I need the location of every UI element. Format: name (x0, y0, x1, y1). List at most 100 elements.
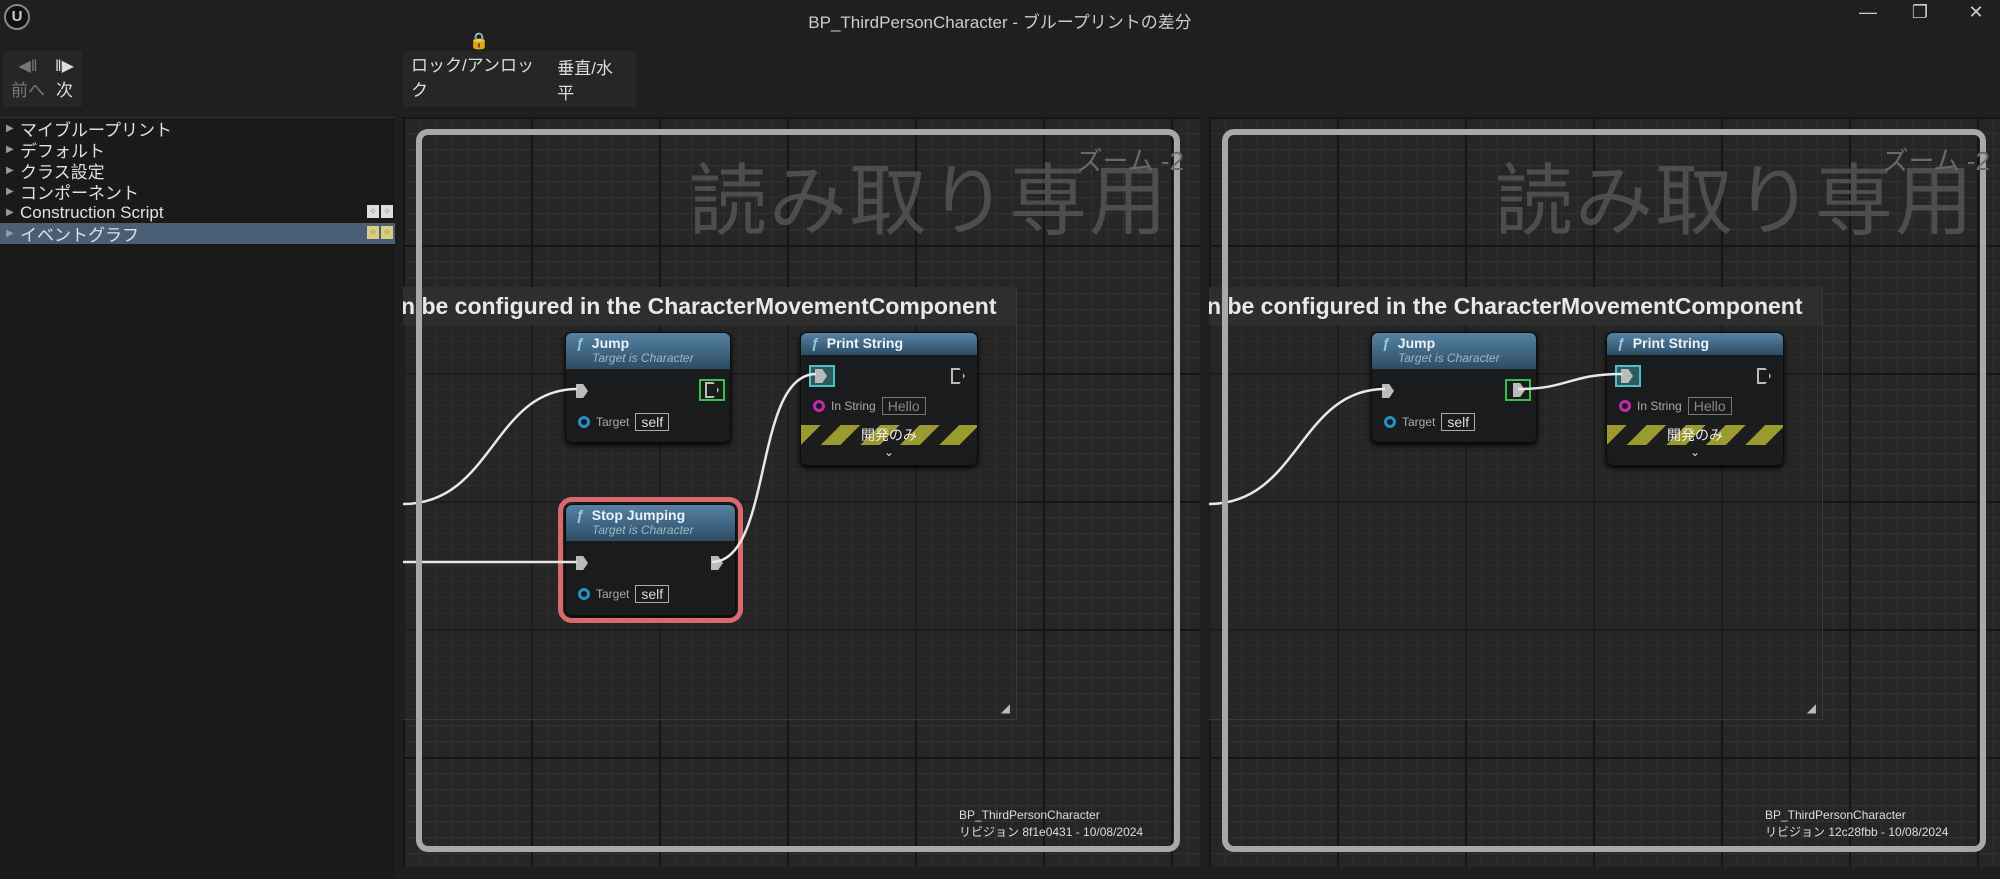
orientation-button[interactable]: 垂直/水平 (557, 54, 628, 104)
restore-button[interactable]: ❐ (1900, 2, 1940, 23)
resize-handle-icon[interactable]: ◢ (1001, 701, 1010, 715)
read-only-watermark: 読み取り専用 (689, 157, 1170, 245)
in-string-pin[interactable] (813, 400, 825, 412)
jump-node[interactable]: ƒ Jump Target is Character Target self (1371, 332, 1537, 443)
target-pin[interactable] (578, 416, 590, 428)
function-icon: ƒ (576, 335, 584, 351)
prev-label: 前へ (11, 81, 45, 100)
next-label: 次 (55, 81, 73, 100)
comment-text: n be configured in the CharacterMovement… (403, 287, 1016, 325)
sidebar-item[interactable]: ▶ コンポーネント (0, 181, 395, 203)
lock-button[interactable]: 🔒 ロック/アンロック (411, 33, 547, 101)
target-label: Target (596, 415, 630, 429)
node-title: Jump (1397, 335, 1436, 351)
exec-out-pin[interactable] (1757, 368, 1771, 384)
exec-out-pin[interactable] (711, 556, 723, 570)
minimize-button[interactable]: — (1848, 2, 1888, 23)
comment-text: n be configured in the CharacterMovement… (1209, 287, 1822, 325)
revision-info: BP_ThirdPersonCharacter リビジョン 12c28fbb - … (1765, 807, 1948, 841)
lock-icon: 🔒 (469, 33, 490, 50)
expand-arrow-icon[interactable]: ▶ (6, 165, 20, 176)
graph-icon: ⁘ (381, 226, 393, 239)
function-icon: ƒ (1617, 335, 1625, 351)
blueprint-name: BP_ThirdPersonCharacter (1765, 808, 1906, 822)
revision-label: リビジョン 8f1e0431 - 10/08/2024 (959, 825, 1144, 839)
graph-diff-icons[interactable]: ⁘ ⁘ (367, 205, 393, 218)
sidebar-item[interactable]: ▶ クラス設定 (0, 160, 395, 182)
sidebar: ▶ マイブループリント ▶ デフォルト ▶ クラス設定 ▶ コンポーネント ▶ … (0, 117, 395, 879)
exec-out-pin[interactable] (699, 379, 725, 401)
next-button[interactable]: ‖▶ 次 (55, 58, 74, 101)
sidebar-item[interactable]: ▶ デフォルト (0, 139, 395, 161)
sidebar-item-label: イベントグラフ (20, 226, 139, 245)
prev-button[interactable]: ◀‖ 前へ (11, 58, 45, 101)
expand-arrow-icon[interactable]: ▶ (6, 144, 20, 155)
exec-in-pin[interactable] (1382, 384, 1394, 398)
lock-label: ロック/アンロック (411, 56, 535, 100)
target-label: Target (1402, 415, 1436, 429)
exec-out-pin[interactable] (951, 368, 965, 384)
graph-icon: ⁘ (381, 205, 393, 218)
target-value[interactable]: self (635, 413, 670, 431)
target-pin[interactable] (578, 588, 590, 600)
graph-diff-icons[interactable]: ⁘ ⁘ (367, 226, 393, 239)
revision-info: BP_ThirdPersonCharacter リビジョン 8f1e0431 - … (959, 807, 1143, 841)
next-icon: ‖▶ (55, 58, 74, 75)
development-only-banner: 開発のみ (801, 425, 977, 445)
node-subtitle: Target is Character (592, 523, 694, 537)
expand-arrow-icon[interactable]: ▶ (6, 123, 20, 134)
sidebar-item[interactable]: ▶ Construction Script ⁘ ⁘ (0, 202, 395, 223)
print-string-node[interactable]: ƒ Print String In String Hello 開発のみ ⌄ (800, 332, 978, 466)
exec-in-pin[interactable] (576, 556, 588, 570)
sidebar-item-label: コンポーネント (20, 184, 139, 203)
exec-in-pin[interactable] (1615, 365, 1641, 387)
jump-node[interactable]: ƒ Jump Target is Character Target self (565, 332, 731, 443)
in-string-value[interactable]: Hello (1687, 397, 1732, 415)
in-string-label: In String (831, 399, 876, 413)
node-subtitle: Target is Character (1398, 351, 1500, 365)
graph-panel[interactable]: n be configured in the CharacterMovement… (403, 117, 1200, 867)
function-icon: ƒ (1382, 335, 1390, 351)
in-string-label: In String (1637, 399, 1682, 413)
stop-jumping-node[interactable]: ƒ Stop Jumping Target is Character Target s… (558, 497, 743, 623)
orientation-label: 垂直/水平 (557, 59, 613, 103)
sidebar-item[interactable]: ▶ イベントグラフ ⁘ ⁘ (0, 223, 395, 245)
navigation-toolbar: ◀‖ 前へ ‖▶ 次 (3, 51, 82, 107)
node-title: Jump (591, 335, 630, 351)
prev-icon: ◀‖ (18, 58, 38, 75)
sidebar-item-label: Construction Script (20, 202, 164, 222)
node-subtitle: Target is Character (592, 351, 694, 365)
in-string-value[interactable]: Hello (881, 397, 926, 415)
expand-arrow-icon[interactable]: ▶ (6, 228, 20, 239)
function-icon: ƒ (576, 507, 584, 523)
target-value[interactable]: self (635, 585, 670, 603)
exec-in-pin[interactable] (576, 384, 588, 398)
close-button[interactable]: ✕ (1956, 2, 1996, 23)
read-only-watermark: 読み取り専用 (1495, 157, 1976, 245)
node-title: Print String (826, 335, 904, 351)
in-string-pin[interactable] (1619, 400, 1631, 412)
development-only-banner: 開発のみ (1607, 425, 1783, 445)
exec-in-pin[interactable] (809, 365, 835, 387)
print-string-node[interactable]: ƒ Print String In String Hello 開発のみ ⌄ (1606, 332, 1784, 466)
exec-out-pin[interactable] (1505, 379, 1531, 401)
node-title: Print String (1632, 335, 1710, 351)
target-pin[interactable] (1384, 416, 1396, 428)
expand-chevron-icon[interactable]: ⌄ (1607, 445, 1783, 459)
title-bar: U BP_ThirdPersonCharacter - ブループリントの差分 —… (0, 0, 2000, 40)
expand-arrow-icon[interactable]: ▶ (6, 207, 20, 218)
graph-icon: ⁘ (367, 205, 379, 218)
window-title: BP_ThirdPersonCharacter - ブループリントの差分 (808, 13, 1192, 32)
revision-label: リビジョン 12c28fbb - 10/08/2024 (1765, 825, 1949, 839)
graph-panel[interactable]: n be configured in the CharacterMovement… (1209, 117, 2000, 867)
function-icon: ƒ (811, 335, 819, 351)
graph-icon: ⁘ (367, 226, 379, 239)
node-title: Stop Jumping (591, 507, 686, 523)
expand-chevron-icon[interactable]: ⌄ (801, 445, 977, 459)
expand-arrow-icon[interactable]: ▶ (6, 186, 20, 197)
resize-handle-icon[interactable]: ◢ (1807, 701, 1816, 715)
sidebar-item[interactable]: ▶ マイブループリント (0, 118, 395, 140)
view-toolbar: 🔒 ロック/アンロック 垂直/水平 (403, 33, 636, 107)
target-value[interactable]: self (1441, 413, 1476, 431)
blueprint-name: BP_ThirdPersonCharacter (959, 808, 1100, 822)
